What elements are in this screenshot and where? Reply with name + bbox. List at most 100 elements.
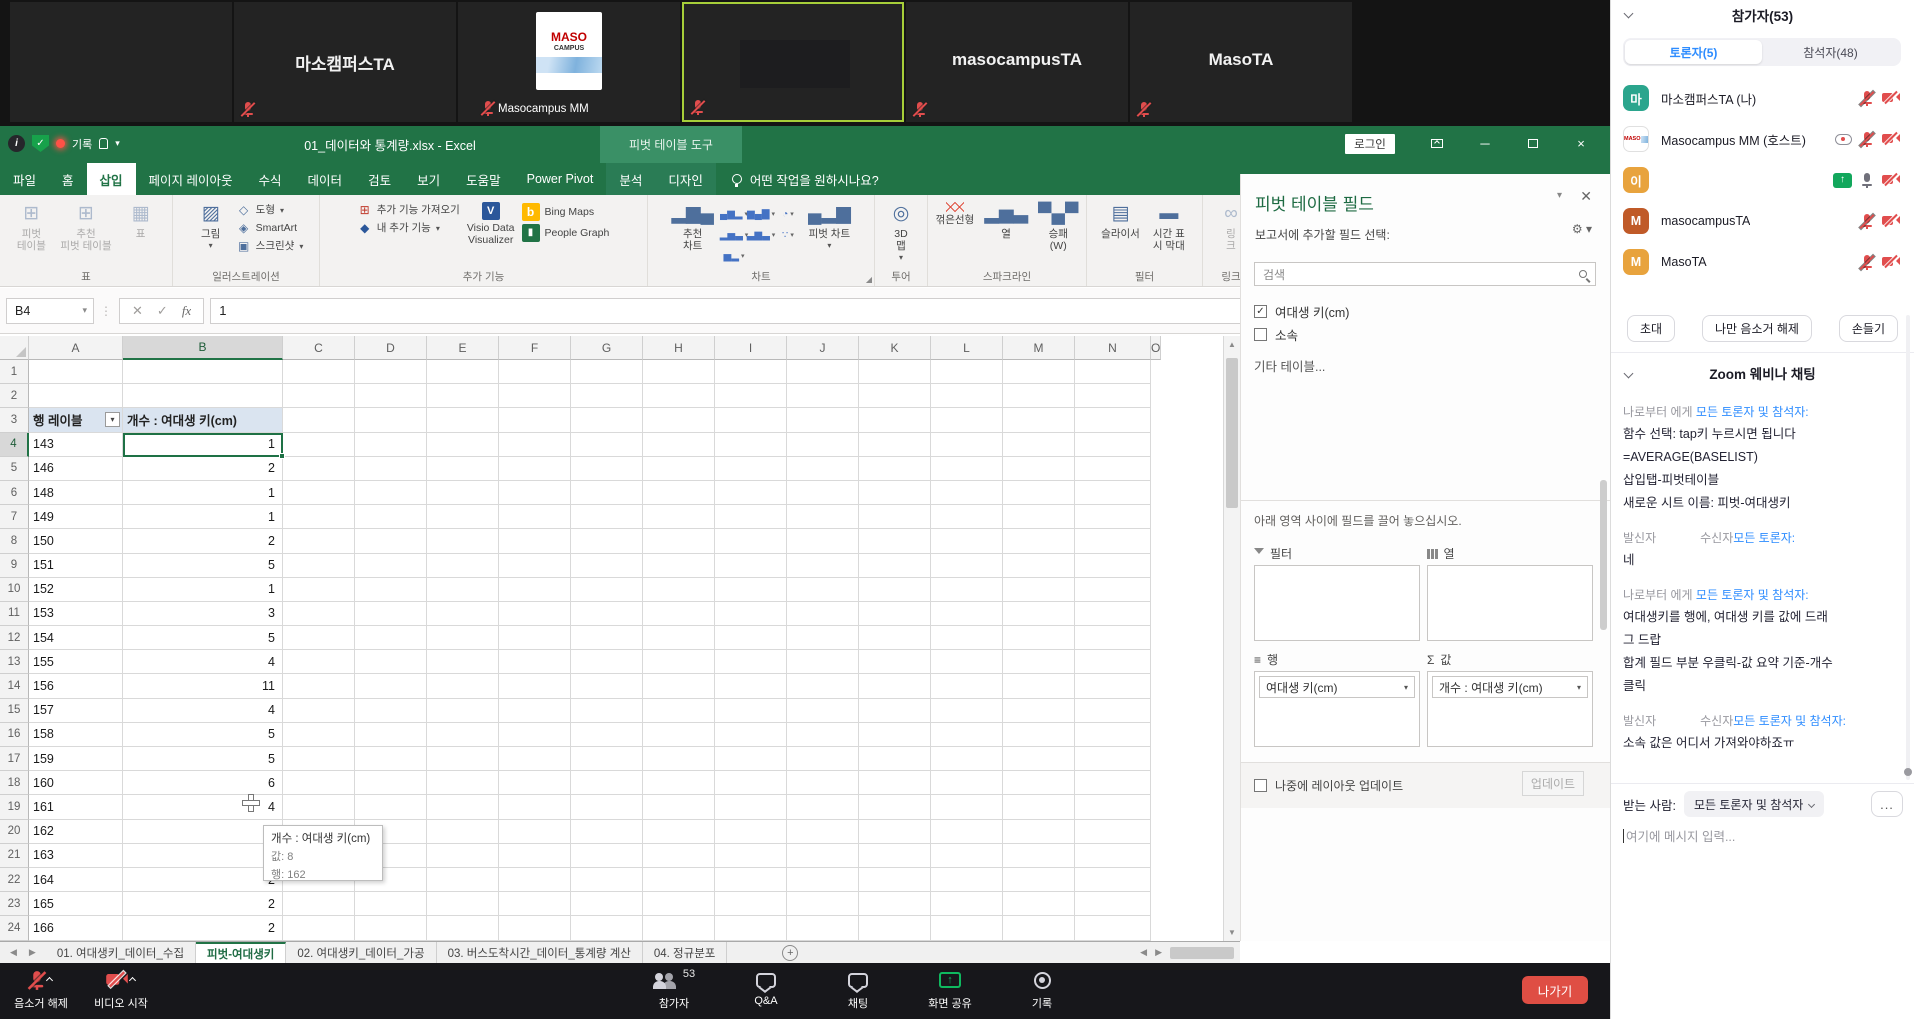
cell[interactable] bbox=[715, 795, 787, 820]
cell[interactable]: 158 bbox=[29, 722, 123, 747]
cell[interactable] bbox=[283, 722, 355, 747]
sheet-tab[interactable]: 02. 여대생키_데이터_가공 bbox=[286, 942, 437, 963]
horizontal-scroll-thumb[interactable] bbox=[1170, 946, 1234, 959]
cell[interactable] bbox=[931, 384, 1003, 409]
cell[interactable] bbox=[283, 771, 355, 796]
spark-line-button[interactable]: 꺾은선형 bbox=[933, 200, 978, 228]
cell[interactable] bbox=[715, 577, 787, 602]
cell[interactable] bbox=[931, 771, 1003, 796]
restore-button[interactable] bbox=[1522, 132, 1544, 154]
cell[interactable] bbox=[499, 553, 571, 578]
cell[interactable]: 163 bbox=[29, 843, 123, 868]
cell[interactable]: 5 bbox=[123, 553, 283, 578]
cell[interactable] bbox=[571, 408, 643, 433]
cell[interactable] bbox=[931, 674, 1003, 699]
cell[interactable] bbox=[283, 892, 355, 917]
column-header-N[interactable]: N bbox=[1075, 336, 1151, 360]
smartart-button[interactable]: ◈ SmartArt bbox=[237, 221, 304, 236]
video-tile[interactable]: masocampusTA bbox=[906, 2, 1128, 122]
cell[interactable]: 2 bbox=[123, 867, 283, 893]
cell[interactable]: 150 bbox=[29, 529, 123, 554]
tab-보기[interactable]: 보기 bbox=[404, 163, 453, 195]
column-header-B[interactable]: B bbox=[123, 336, 283, 360]
vertical-scroll-thumb[interactable] bbox=[1226, 358, 1238, 508]
cell[interactable] bbox=[283, 408, 355, 433]
cell[interactable] bbox=[499, 529, 571, 554]
row-header-1[interactable]: 1 bbox=[0, 360, 29, 385]
cell[interactable] bbox=[1003, 892, 1075, 917]
cell[interactable] bbox=[1003, 843, 1075, 868]
cell[interactable] bbox=[283, 553, 355, 578]
cell[interactable] bbox=[1003, 553, 1075, 578]
cell[interactable] bbox=[1075, 722, 1151, 747]
cell[interactable] bbox=[283, 577, 355, 602]
cell[interactable] bbox=[787, 480, 859, 506]
sheet-tab[interactable]: 피벗-여대생키 bbox=[196, 942, 287, 963]
cell[interactable] bbox=[715, 432, 787, 457]
cell[interactable] bbox=[499, 360, 571, 385]
touch-mode-icon[interactable] bbox=[99, 138, 109, 149]
cell[interactable] bbox=[1003, 771, 1075, 796]
cell[interactable] bbox=[931, 577, 1003, 602]
field-checkbox-여대생 키(cm)[interactable]: ✓ 여대생 키(cm) bbox=[1254, 300, 1596, 323]
insert-function-icon[interactable]: fx bbox=[182, 303, 191, 319]
visio-button[interactable]: V Visio Data Visualizer bbox=[464, 200, 518, 248]
cell[interactable] bbox=[1075, 480, 1151, 506]
cell[interactable] bbox=[715, 698, 787, 723]
panel-button-손들기[interactable]: 손들기 bbox=[1838, 315, 1898, 342]
cell[interactable] bbox=[1075, 529, 1151, 554]
shapes-button[interactable]: ◇ 도형 ▾ bbox=[237, 203, 304, 218]
cell[interactable] bbox=[859, 892, 931, 917]
tab-홈[interactable]: 홈 bbox=[49, 163, 87, 195]
row-header-2[interactable]: 2 bbox=[0, 384, 29, 409]
cell[interactable]: 4 bbox=[123, 795, 283, 820]
cell[interactable] bbox=[859, 577, 931, 602]
name-box-caret-icon[interactable]: ▾ bbox=[82, 305, 93, 316]
participant-row[interactable]: 이 ↑ bbox=[1611, 160, 1914, 200]
cell[interactable] bbox=[427, 529, 499, 554]
cell[interactable] bbox=[715, 867, 787, 893]
row-header-19[interactable]: 19 bbox=[0, 795, 29, 820]
cell[interactable] bbox=[355, 408, 427, 433]
cell[interactable] bbox=[931, 916, 1003, 941]
chart-type-button[interactable]: ▆▄▇ ▾ bbox=[747, 204, 775, 224]
cell[interactable] bbox=[123, 384, 283, 409]
slicer-button[interactable]: ▤ 슬라이서 bbox=[1098, 200, 1143, 242]
qa-button[interactable]: Q&A bbox=[737, 969, 795, 1011]
cell[interactable]: 162 bbox=[29, 819, 123, 844]
tell-me-box[interactable]: 어떤 작업을 원하시나요? bbox=[716, 163, 895, 195]
area-box-값[interactable]: 개수 : 여대생 키(cm) ▾ bbox=[1427, 671, 1593, 747]
cell[interactable] bbox=[787, 843, 859, 868]
cell[interactable] bbox=[571, 480, 643, 506]
cell[interactable] bbox=[571, 650, 643, 675]
cell[interactable] bbox=[643, 601, 715, 627]
cell[interactable] bbox=[715, 747, 787, 772]
cell[interactable] bbox=[427, 650, 499, 675]
my-addins-button[interactable]: ◆ 내 추가 기능 ▾ bbox=[358, 221, 460, 236]
cell[interactable] bbox=[931, 626, 1003, 651]
cell[interactable] bbox=[1003, 360, 1075, 385]
cell[interactable] bbox=[1075, 674, 1151, 699]
chat-scrollbar[interactable] bbox=[1906, 315, 1910, 780]
cell[interactable] bbox=[283, 480, 355, 506]
cell[interactable] bbox=[1075, 456, 1151, 481]
cell[interactable] bbox=[787, 916, 859, 941]
cell[interactable] bbox=[1075, 432, 1151, 457]
video-tile[interactable] bbox=[10, 2, 232, 122]
qat-customize-icon[interactable]: ▾ bbox=[115, 138, 120, 149]
cell[interactable] bbox=[283, 601, 355, 627]
field-search-input[interactable]: 검색 bbox=[1254, 262, 1596, 286]
cell[interactable] bbox=[571, 360, 643, 385]
panel-button-나만 음소거 해제[interactable]: 나만 음소거 해제 bbox=[1702, 315, 1812, 342]
cell[interactable] bbox=[931, 456, 1003, 481]
screenshot-button[interactable]: ▣ 스크린샷 ▾ bbox=[237, 239, 303, 254]
pane-options-icon[interactable]: ▾ bbox=[1557, 190, 1562, 201]
column-header-L[interactable]: L bbox=[931, 336, 1003, 360]
cell[interactable] bbox=[571, 601, 643, 627]
tab-도움말[interactable]: 도움말 bbox=[453, 163, 514, 195]
cell[interactable] bbox=[499, 892, 571, 917]
cell[interactable] bbox=[427, 601, 499, 627]
update-button[interactable]: 업데이트 bbox=[1522, 771, 1584, 796]
scroll-down-icon[interactable]: ▼ bbox=[1224, 924, 1240, 941]
cell[interactable] bbox=[787, 747, 859, 772]
